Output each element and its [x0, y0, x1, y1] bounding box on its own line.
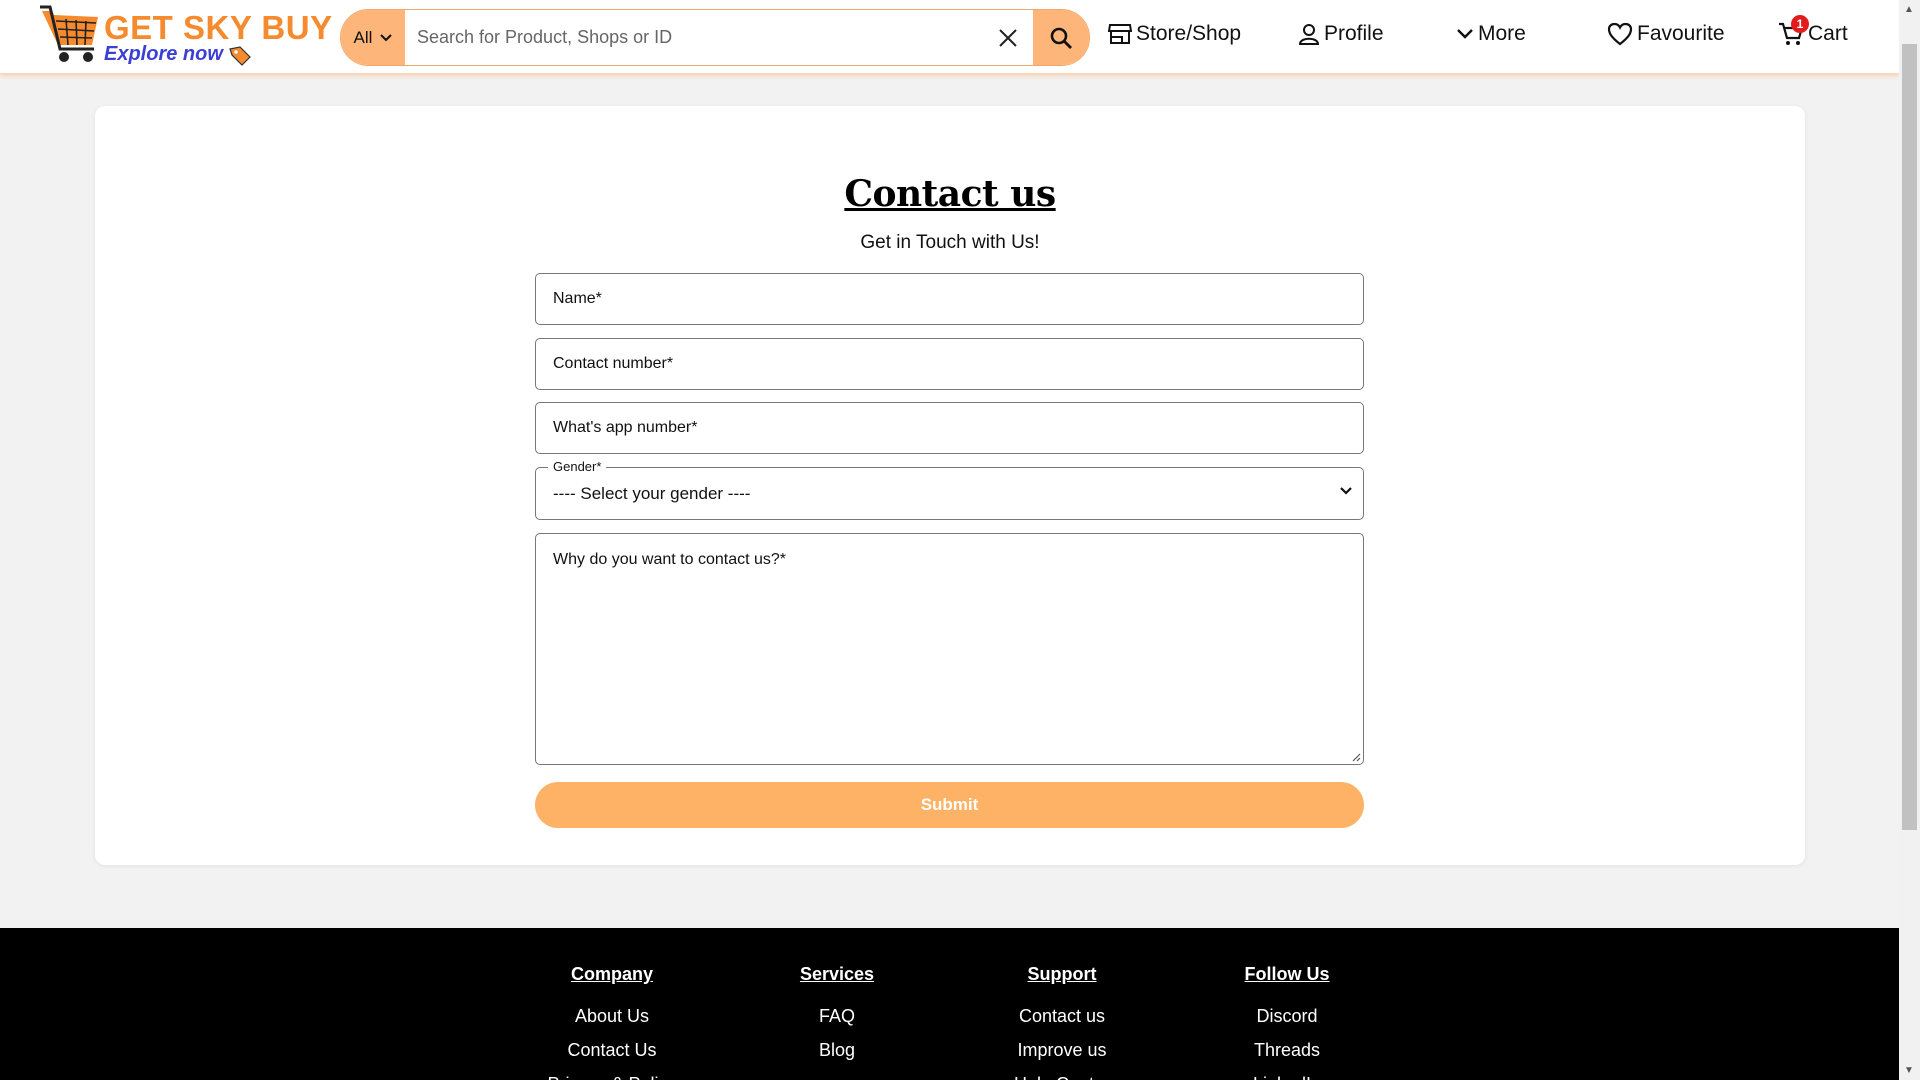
- footer-link-blog[interactable]: Blog: [737, 1033, 937, 1067]
- chevron-down-icon: [1457, 29, 1473, 39]
- nav-favourite-label: Favourite: [1637, 22, 1725, 45]
- clear-search-button[interactable]: [983, 10, 1033, 65]
- top-navbar: GET SKY BUY Explore now All Store/Shop P…: [0, 0, 1899, 74]
- search-button[interactable]: [1033, 10, 1089, 65]
- nav-profile-label: Profile: [1324, 22, 1384, 45]
- footer-link-contact-us[interactable]: Contact us: [962, 999, 1162, 1033]
- user-icon: [1298, 24, 1320, 45]
- contact-number-field[interactable]: [536, 339, 1363, 389]
- search-category-label: All: [353, 27, 373, 47]
- scroll-thumb[interactable]: [1902, 44, 1917, 830]
- footer-link-help-center[interactable]: Help Center: [962, 1067, 1162, 1080]
- nav-more-label: More: [1478, 22, 1526, 45]
- footer-link-about-us[interactable]: About Us: [512, 999, 712, 1033]
- chevron-down-icon: [380, 33, 393, 41]
- footer-column-company: Company About Us Contact Us Privacy & Po…: [512, 964, 712, 1080]
- name-field[interactable]: [536, 274, 1363, 324]
- footer-link-improve-us[interactable]: Improve us: [962, 1033, 1162, 1067]
- close-icon: [999, 28, 1017, 47]
- nav-favourite[interactable]: Favourite: [1607, 22, 1725, 46]
- shopping-cart-logo-icon: [40, 5, 98, 62]
- page-scrollbar[interactable]: ▲ ▼: [1899, 0, 1920, 1080]
- page-title: Contact us: [844, 173, 1056, 215]
- message-textarea[interactable]: [536, 534, 1363, 764]
- whatsapp-number-field-box: [535, 402, 1364, 454]
- brand-logo[interactable]: GET SKY BUY Explore now: [38, 5, 338, 69]
- gender-label: Gender*: [548, 459, 607, 474]
- search-input[interactable]: [405, 10, 983, 65]
- footer-column-follow-us: Follow Us Discord Threads LinkedIn: [1187, 964, 1387, 1080]
- footer-link-faq[interactable]: FAQ: [737, 999, 937, 1033]
- brand-title: GET SKY BUY: [104, 9, 333, 46]
- nav-cart[interactable]: 1 Cart: [1778, 15, 1848, 46]
- nav-more[interactable]: More: [1456, 22, 1526, 46]
- contact-card: Contact us Get in Touch with Us! Gender*…: [95, 106, 1805, 865]
- whatsapp-number-field[interactable]: [536, 403, 1363, 453]
- scroll-up-arrow-icon[interactable]: ▲: [1904, 4, 1914, 15]
- nav-store-shop[interactable]: Store/Shop: [1108, 22, 1241, 46]
- page-subtitle: Get in Touch with Us!: [860, 232, 1040, 253]
- footer-column-services: Services FAQ Blog: [737, 964, 937, 1067]
- nav-store-label: Store/Shop: [1136, 22, 1242, 45]
- message-field-box: [535, 533, 1364, 765]
- contact-number-field-box: [535, 338, 1364, 390]
- footer: Company About Us Contact Us Privacy & Po…: [0, 928, 1899, 1080]
- nav-cart-label: Cart: [1808, 22, 1848, 45]
- gender-field-box: Gender* ---- Select your gender ----: [535, 459, 1364, 520]
- gender-select[interactable]: ---- Select your gender ----: [536, 468, 1363, 519]
- footer-link-linkedin[interactable]: LinkedIn: [1187, 1067, 1387, 1080]
- footer-heading: Company: [570, 964, 653, 984]
- heart-icon: [1607, 22, 1633, 46]
- search-icon: [1050, 27, 1072, 49]
- cart-icon-wrap: 1: [1778, 15, 1809, 46]
- resize-handle-icon[interactable]: [1351, 752, 1361, 762]
- submit-button[interactable]: Submit: [535, 782, 1364, 828]
- footer-heading: Services: [799, 964, 875, 984]
- search-bar: All: [340, 9, 1090, 66]
- footer-link-contact-us[interactable]: Contact Us: [512, 1033, 712, 1067]
- footer-link-threads[interactable]: Threads: [1187, 1033, 1387, 1067]
- footer-link-discord[interactable]: Discord: [1187, 999, 1387, 1033]
- name-field-box: [535, 273, 1364, 325]
- nav-profile[interactable]: Profile: [1298, 22, 1384, 46]
- scroll-down-arrow-icon[interactable]: ▼: [1904, 1065, 1914, 1076]
- footer-heading: Follow Us: [1244, 964, 1330, 984]
- store-icon: [1108, 24, 1132, 44]
- cart-count-badge: 1: [1791, 15, 1809, 33]
- price-tag-icon: [229, 46, 251, 66]
- footer-column-support: Support Contact us Improve us Help Cente…: [962, 964, 1162, 1080]
- brand-tagline: Explore now: [104, 43, 223, 65]
- footer-heading: Support: [1027, 964, 1097, 984]
- search-category-select[interactable]: All: [341, 10, 405, 65]
- footer-link-privacy-policy[interactable]: Privacy & Policy: [512, 1067, 712, 1080]
